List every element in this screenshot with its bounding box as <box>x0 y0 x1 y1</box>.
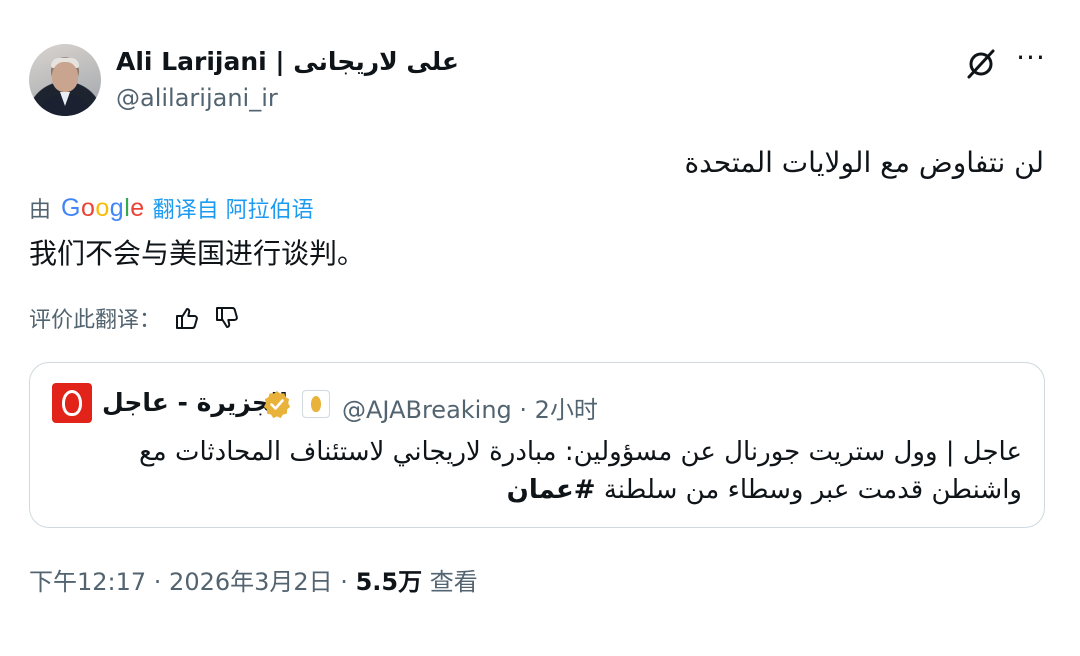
rate-translation-row: 评价此翻译： <box>29 302 241 334</box>
affiliate-badge-icon <box>302 390 330 418</box>
google-logo: Google <box>61 193 145 222</box>
quoted-tweet-card[interactable]: الجزيرة - عاجل @AJABreaking · 2小时 عاجل |… <box>29 362 1045 528</box>
translated-by-prefix: 由 <box>29 198 52 223</box>
quoted-handle-time[interactable]: @AJABreaking · 2小时 <box>342 390 598 425</box>
quoted-account-name[interactable]: الجزيرة - عاجل <box>102 388 288 417</box>
author-display-name[interactable]: Ali Larijani | علی لاریجانی <box>116 47 459 76</box>
grok-icon[interactable] <box>964 47 998 81</box>
verified-badge-icon <box>263 391 291 419</box>
author-handle[interactable]: @alilarijani_ir <box>116 84 278 112</box>
rate-translation-label: 评价此翻译： <box>29 308 162 333</box>
aljazeera-logo <box>52 383 92 423</box>
translated-from-link[interactable]: 翻译自 阿拉伯语 <box>153 192 314 224</box>
quoted-hashtag[interactable]: #عمان <box>507 475 596 505</box>
tweet-text-original: لن نتفاوض مع الولايات المتحدة <box>684 146 1044 179</box>
thumbs-down-icon[interactable] <box>213 304 241 332</box>
tweet-meta: 下午12:17 · 2026年3月2日 · 5.5万 查看 <box>29 562 478 597</box>
thumbs-up-icon[interactable] <box>173 304 201 332</box>
avatar-face <box>52 62 78 92</box>
tweet-text-translated: 我们不会与美国进行谈判。 <box>29 237 366 270</box>
translated-by-line: 由 Google 翻译自 阿拉伯语 <box>29 192 314 224</box>
quoted-tweet-text: عاجل | وول ستريت جورنال عن مسؤولين: مباد… <box>42 433 1022 509</box>
avatar[interactable] <box>29 44 101 116</box>
views-label: 查看 <box>422 568 478 596</box>
tweet-timestamp[interactable]: 下午12:17 · 2026年3月2日 · <box>29 568 356 596</box>
view-count: 5.5万 <box>355 568 423 596</box>
more-icon[interactable]: ··· <box>1014 44 1048 81</box>
